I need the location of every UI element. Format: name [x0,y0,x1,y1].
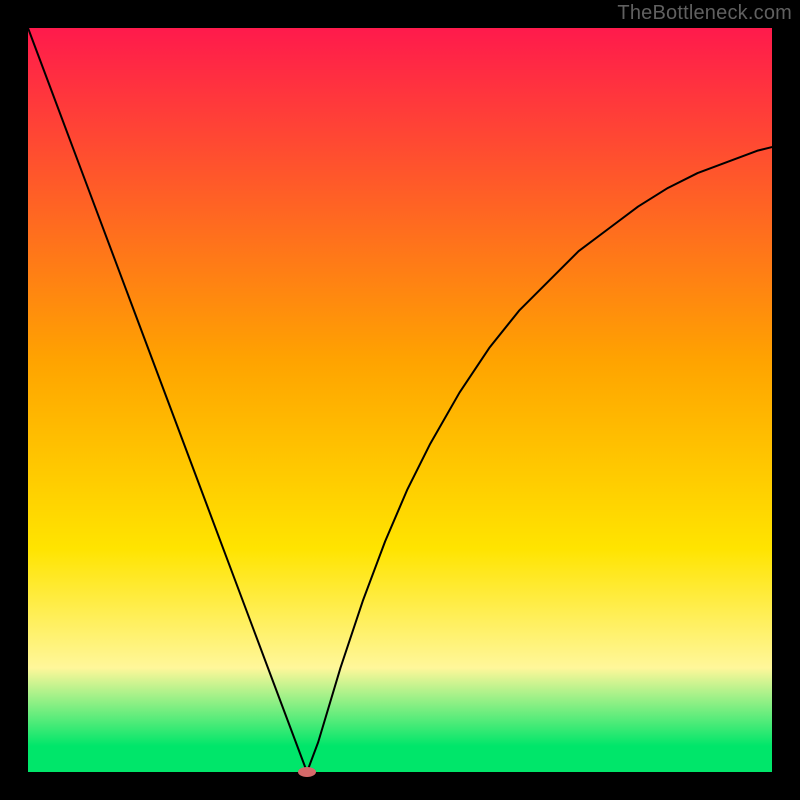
bottleneck-chart [0,0,800,800]
watermark-text: TheBottleneck.com [617,2,792,25]
chart-container: TheBottleneck.com [0,0,800,800]
plot-background [28,28,772,772]
minimum-marker [298,767,316,777]
